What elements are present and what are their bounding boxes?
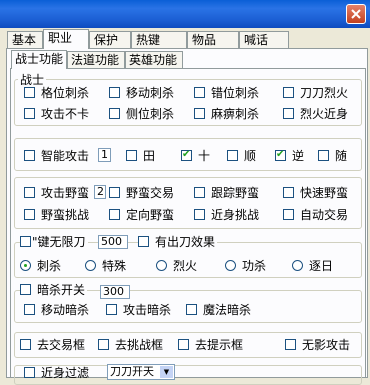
checkbox-warrior-6[interactable]: 麻痹刺杀 (194, 107, 259, 121)
checkbox-warrior-7[interactable]: 烈火近身 (283, 107, 348, 121)
close-icon (351, 9, 361, 19)
radio-skill-3[interactable]: 功杀 (225, 259, 266, 273)
checkbox-box[interactable] (138, 236, 149, 247)
checkbox-assassin-0[interactable]: 移动暗杀 (24, 303, 89, 317)
checkbox-smart-1[interactable]: ✔ 十 (181, 149, 210, 163)
checkbox-barbarian-5[interactable]: 近身挑战 (194, 208, 259, 222)
checkbox-unlimited-blade[interactable]: "键无限刀 (20, 235, 88, 249)
smart-attack-input[interactable]: 1 (98, 148, 111, 162)
checkbox-box[interactable] (24, 87, 35, 98)
checkbox-box[interactable] (318, 150, 329, 161)
checkbox-smart-2[interactable]: 顺 (227, 149, 256, 163)
checkbox-barbarian-3[interactable]: 野蛮挑战 (24, 208, 89, 222)
checkbox-box[interactable] (178, 339, 189, 350)
checkbox-warrior-0[interactable]: 格位刺杀 (24, 86, 89, 100)
checkbox-smart-4[interactable]: 随 (318, 149, 347, 163)
checkbox-box[interactable] (109, 108, 120, 119)
checkbox-barbarian-6[interactable]: 自动交易 (283, 208, 348, 222)
checkbox-box[interactable] (186, 304, 197, 315)
melee-filter-select[interactable]: 刀刀开天 ▼ (107, 364, 175, 380)
tab-protect[interactable]: 保护 (89, 31, 131, 48)
checkbox-box[interactable] (109, 87, 120, 98)
radio-circle[interactable] (225, 260, 236, 271)
checkbox-warrior-2[interactable]: 错位刺杀 (194, 86, 259, 100)
checkbox-box[interactable]: ✔ (275, 149, 286, 161)
checkbox-box[interactable] (109, 187, 120, 198)
checkbox-barbarian-1[interactable]: 跟踪野蛮 (194, 186, 259, 200)
checkbox-remove-2[interactable]: 去提示框 (178, 338, 243, 352)
checkbox-box[interactable] (194, 108, 205, 119)
chevron-down-icon: ▼ (160, 366, 173, 378)
checkbox-box[interactable] (20, 284, 31, 295)
checkbox-box[interactable] (24, 209, 35, 220)
checkbox-box[interactable] (194, 209, 205, 220)
tab-shout[interactable]: 喊话 (239, 31, 289, 48)
checkbox-box[interactable] (126, 150, 137, 161)
checkbox-barbarian-attack[interactable]: 攻击野蛮 (24, 186, 89, 200)
checkbox-box[interactable] (98, 339, 109, 350)
checkbox-box[interactable] (285, 339, 296, 350)
title-bar[interactable] (0, 0, 370, 28)
radio-skill-4[interactable]: 逐日 (292, 259, 333, 273)
unlimited-blade-input[interactable]: 500 (98, 235, 128, 249)
checkbox-box[interactable] (24, 367, 35, 378)
checkbox-assassin-2[interactable]: 魔法暗杀 (186, 303, 251, 317)
checkbox-box[interactable] (24, 108, 35, 119)
checkbox-assassin-toggle[interactable]: 暗杀开关 (20, 283, 88, 297)
radio-circle[interactable] (20, 260, 31, 271)
radio-skill-0[interactable]: 刺杀 (20, 259, 61, 273)
checkbox-box[interactable] (24, 150, 35, 161)
checkbox-box[interactable] (283, 187, 294, 198)
checkbox-warrior-1[interactable]: 移动刺杀 (109, 86, 174, 100)
radio-circle[interactable] (85, 260, 96, 271)
checkbox-box[interactable] (106, 304, 117, 315)
checkbox-barbarian-0[interactable]: 野蛮交易 (109, 186, 174, 200)
checkbox-box[interactable] (24, 304, 35, 315)
subtab-taoist-mage[interactable]: 法道功能 (67, 51, 125, 68)
radio-skill-1[interactable]: 特殊 (85, 259, 126, 273)
radio-skill-2[interactable]: 烈火 (156, 259, 197, 273)
checkbox-warrior-4[interactable]: 攻击不卡 (24, 107, 89, 121)
checkbox-warrior-3[interactable]: 刀刀烈火 (283, 86, 348, 100)
checkbox-box[interactable] (24, 187, 35, 198)
checkbox-remove-1[interactable]: 去挑战框 (98, 338, 163, 352)
subtab-hero[interactable]: 英雄功能 (125, 51, 183, 68)
radio-circle[interactable] (156, 260, 167, 271)
check-icon: ✔ (276, 149, 285, 160)
assassin-input[interactable]: 300 (100, 285, 130, 299)
checkbox-box[interactable] (194, 187, 205, 198)
checkbox-smart-3[interactable]: ✔ 逆 (275, 149, 304, 163)
checkbox-melee-filter[interactable]: 近身过滤 (24, 366, 89, 380)
checkbox-barbarian-4[interactable]: 定向野蛮 (109, 208, 174, 222)
checkbox-blade-effect[interactable]: 有出刀效果 (138, 235, 218, 249)
checkbox-box[interactable] (283, 108, 294, 119)
checkbox-smart-attack[interactable]: 智能攻击 (24, 149, 89, 163)
barbarian-input[interactable]: 2 (94, 185, 106, 199)
tab-profession[interactable]: 职业 (43, 29, 89, 49)
radio-circle[interactable] (292, 260, 303, 271)
check-icon: ✔ (182, 149, 191, 160)
subtab-warrior[interactable]: 战士功能 (11, 50, 67, 69)
tab-hotkey[interactable]: 热键 (131, 31, 187, 48)
checkbox-box[interactable]: ✔ (181, 149, 192, 161)
checkbox-warrior-5[interactable]: 侧位刺杀 (109, 107, 174, 121)
checkbox-remove-0[interactable]: 去交易框 (20, 338, 85, 352)
checkbox-box[interactable] (20, 236, 31, 247)
checkbox-barbarian-2[interactable]: 快速野蛮 (283, 186, 348, 200)
checkbox-box[interactable] (283, 209, 294, 220)
tab-basic[interactable]: 基本 (7, 31, 43, 48)
checkbox-box[interactable] (194, 87, 205, 98)
checkbox-box[interactable] (227, 150, 238, 161)
checkbox-box[interactable] (20, 339, 31, 350)
checkbox-box[interactable] (283, 87, 294, 98)
checkbox-box[interactable] (109, 209, 120, 220)
tab-items[interactable]: 物品 (187, 31, 239, 48)
close-button[interactable] (346, 4, 366, 24)
checkbox-remove-3[interactable]: 无影攻击 (285, 338, 350, 352)
checkbox-assassin-1[interactable]: 攻击暗杀 (106, 303, 171, 317)
checkbox-smart-0[interactable]: 田 (126, 149, 155, 163)
